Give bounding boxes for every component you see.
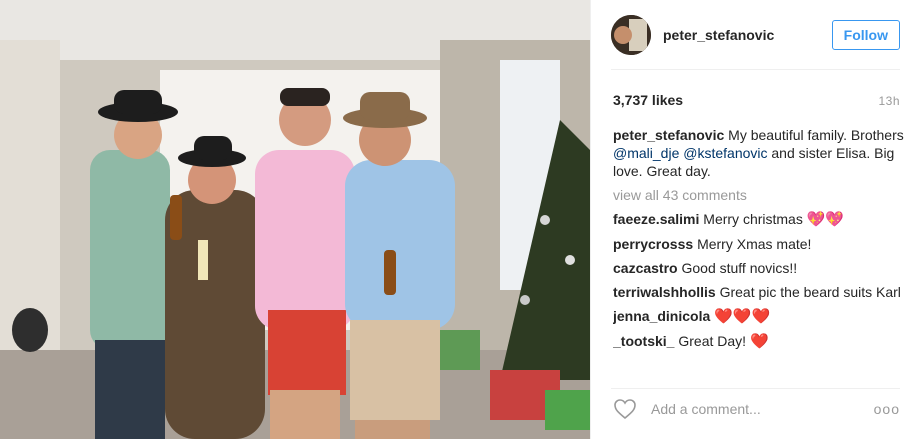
comment-text: Great pic the beard suits Karl	[719, 284, 901, 300]
heart-emoji-icon: ❤️❤️❤️	[714, 308, 771, 325]
post-time[interactable]: 13h	[878, 94, 900, 108]
comment-text: Great Day!	[678, 333, 747, 349]
comments-list: peter_stefanovic My beautiful family. Br…	[613, 126, 904, 374]
caption-mention-1[interactable]: @mali_dje	[613, 145, 679, 161]
heart-emoji-icon: ❤️	[749, 333, 769, 350]
comment-username[interactable]: cazcastro	[613, 260, 678, 276]
comment-item: cazcastro Good stuff novics!!	[613, 259, 904, 277]
comment-text: Merry christmas	[703, 211, 803, 227]
follow-button[interactable]: Follow	[831, 20, 900, 50]
comment-text: Merry Xmas mate!	[697, 236, 812, 252]
post-header: peter_stefanovic Follow	[611, 10, 900, 60]
comment-item: _tootski_ Great Day! ❤️	[613, 332, 904, 351]
comment-username[interactable]: perrycrosss	[613, 236, 693, 252]
username[interactable]: peter_stefanovic	[663, 27, 774, 43]
comment-username[interactable]: _tootski_	[613, 333, 674, 349]
comment-item: faeeze.salimi Merry christmas 💖💖	[613, 210, 904, 229]
comment-item: terriwalshhollis Great pic the beard sui…	[613, 283, 904, 301]
like-heart-icon[interactable]	[613, 398, 637, 420]
add-comment-input[interactable]: Add a comment...	[651, 401, 761, 417]
comment-text: Good stuff novics!!	[681, 260, 798, 276]
caption-text-1: My beautiful family. Brothers	[728, 127, 904, 143]
post-photo[interactable]	[0, 0, 590, 439]
likes-row: 3,737 likes 13h	[613, 92, 900, 108]
heart-emoji-icon: 💖💖	[806, 211, 845, 228]
comment-item: jenna_dinicola ❤️❤️❤️	[613, 307, 904, 326]
caption-username[interactable]: peter_stefanovic	[613, 127, 724, 143]
caption: peter_stefanovic My beautiful family. Br…	[613, 126, 904, 180]
header-divider	[611, 69, 900, 70]
family-christmas-photo	[0, 0, 590, 439]
post-actions: Add a comment... ooo	[611, 388, 900, 429]
comment-username[interactable]: faeeze.salimi	[613, 211, 699, 227]
view-all-comments[interactable]: view all 43 comments	[613, 186, 904, 204]
comment-username[interactable]: terriwalshhollis	[613, 284, 716, 300]
likes-count[interactable]: 3,737 likes	[613, 92, 683, 108]
caption-mention-2[interactable]: @kstefanovic	[683, 145, 767, 161]
more-options-icon[interactable]: ooo	[874, 401, 900, 417]
post-side-panel: peter_stefanovic Follow 3,737 likes 13h …	[590, 0, 918, 439]
comment-username[interactable]: jenna_dinicola	[613, 308, 710, 324]
avatar[interactable]	[611, 15, 651, 55]
comment-item: perrycrosss Merry Xmas mate!	[613, 235, 904, 253]
